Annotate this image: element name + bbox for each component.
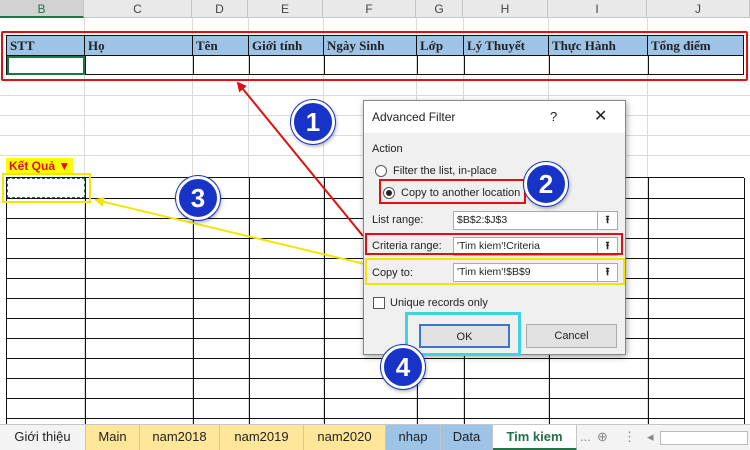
unique-records-checkbox[interactable] <box>373 297 385 309</box>
list-range-label: List range: <box>372 214 424 226</box>
action-label: Action <box>372 143 403 155</box>
ok-highlight-box <box>405 312 521 356</box>
arrow-copy-to <box>94 196 370 266</box>
tab-data[interactable]: Data <box>441 425 493 450</box>
sheet-tabs-bar: Giới thiệu Main nam2018 nam2019 nam2020 … <box>0 424 750 450</box>
radio-filter-in-place-label[interactable]: Filter the list, in-place <box>393 165 497 177</box>
tab-nam2019[interactable]: nam2019 <box>220 425 304 450</box>
criteria-range-highlight-box <box>365 233 623 255</box>
list-range-value: $B$2:$J$3 <box>457 214 508 226</box>
radio-filter-in-place[interactable] <box>375 165 387 177</box>
scroll-menu-icon[interactable]: ⋮ <box>623 429 636 445</box>
horizontal-scrollbar[interactable] <box>660 431 748 445</box>
dialog-title: Advanced Filter <box>372 110 456 124</box>
dialog-title-bar: Advanced Filter ? ✕ <box>364 101 625 133</box>
list-range-input[interactable]: $B$2:$J$3 ⭱ <box>453 211 618 230</box>
cancel-button[interactable]: Cancel <box>526 324 617 348</box>
help-icon[interactable]: ? <box>550 109 557 124</box>
tab-nam2020[interactable]: nam2020 <box>304 425 386 450</box>
tab-tim-kiem[interactable]: Tim kiem <box>493 425 577 450</box>
unique-records-label[interactable]: Unique records only <box>390 297 488 309</box>
scroll-left-icon[interactable]: ◂ <box>647 429 654 445</box>
collapse-dialog-icon[interactable]: ⭱ <box>597 212 617 229</box>
tab-main[interactable]: Main <box>86 425 140 450</box>
close-icon[interactable]: ✕ <box>594 106 607 126</box>
step-badge-4: 4 <box>381 345 425 389</box>
more-tabs-icon[interactable]: ... <box>580 429 591 444</box>
add-sheet-icon[interactable]: ⊕ <box>597 429 608 445</box>
tab-nhap[interactable]: nhap <box>386 425 441 450</box>
copy-to-highlight-box <box>365 258 625 285</box>
step-badge-3: 3 <box>176 176 220 220</box>
step-badge-1: 1 <box>291 100 335 144</box>
tab-nam2018[interactable]: nam2018 <box>140 425 220 450</box>
step-badge-2: 2 <box>524 162 568 206</box>
copy-option-highlight-box <box>379 179 526 204</box>
tab-gioi-thieu[interactable]: Giới thiệu <box>0 425 86 450</box>
